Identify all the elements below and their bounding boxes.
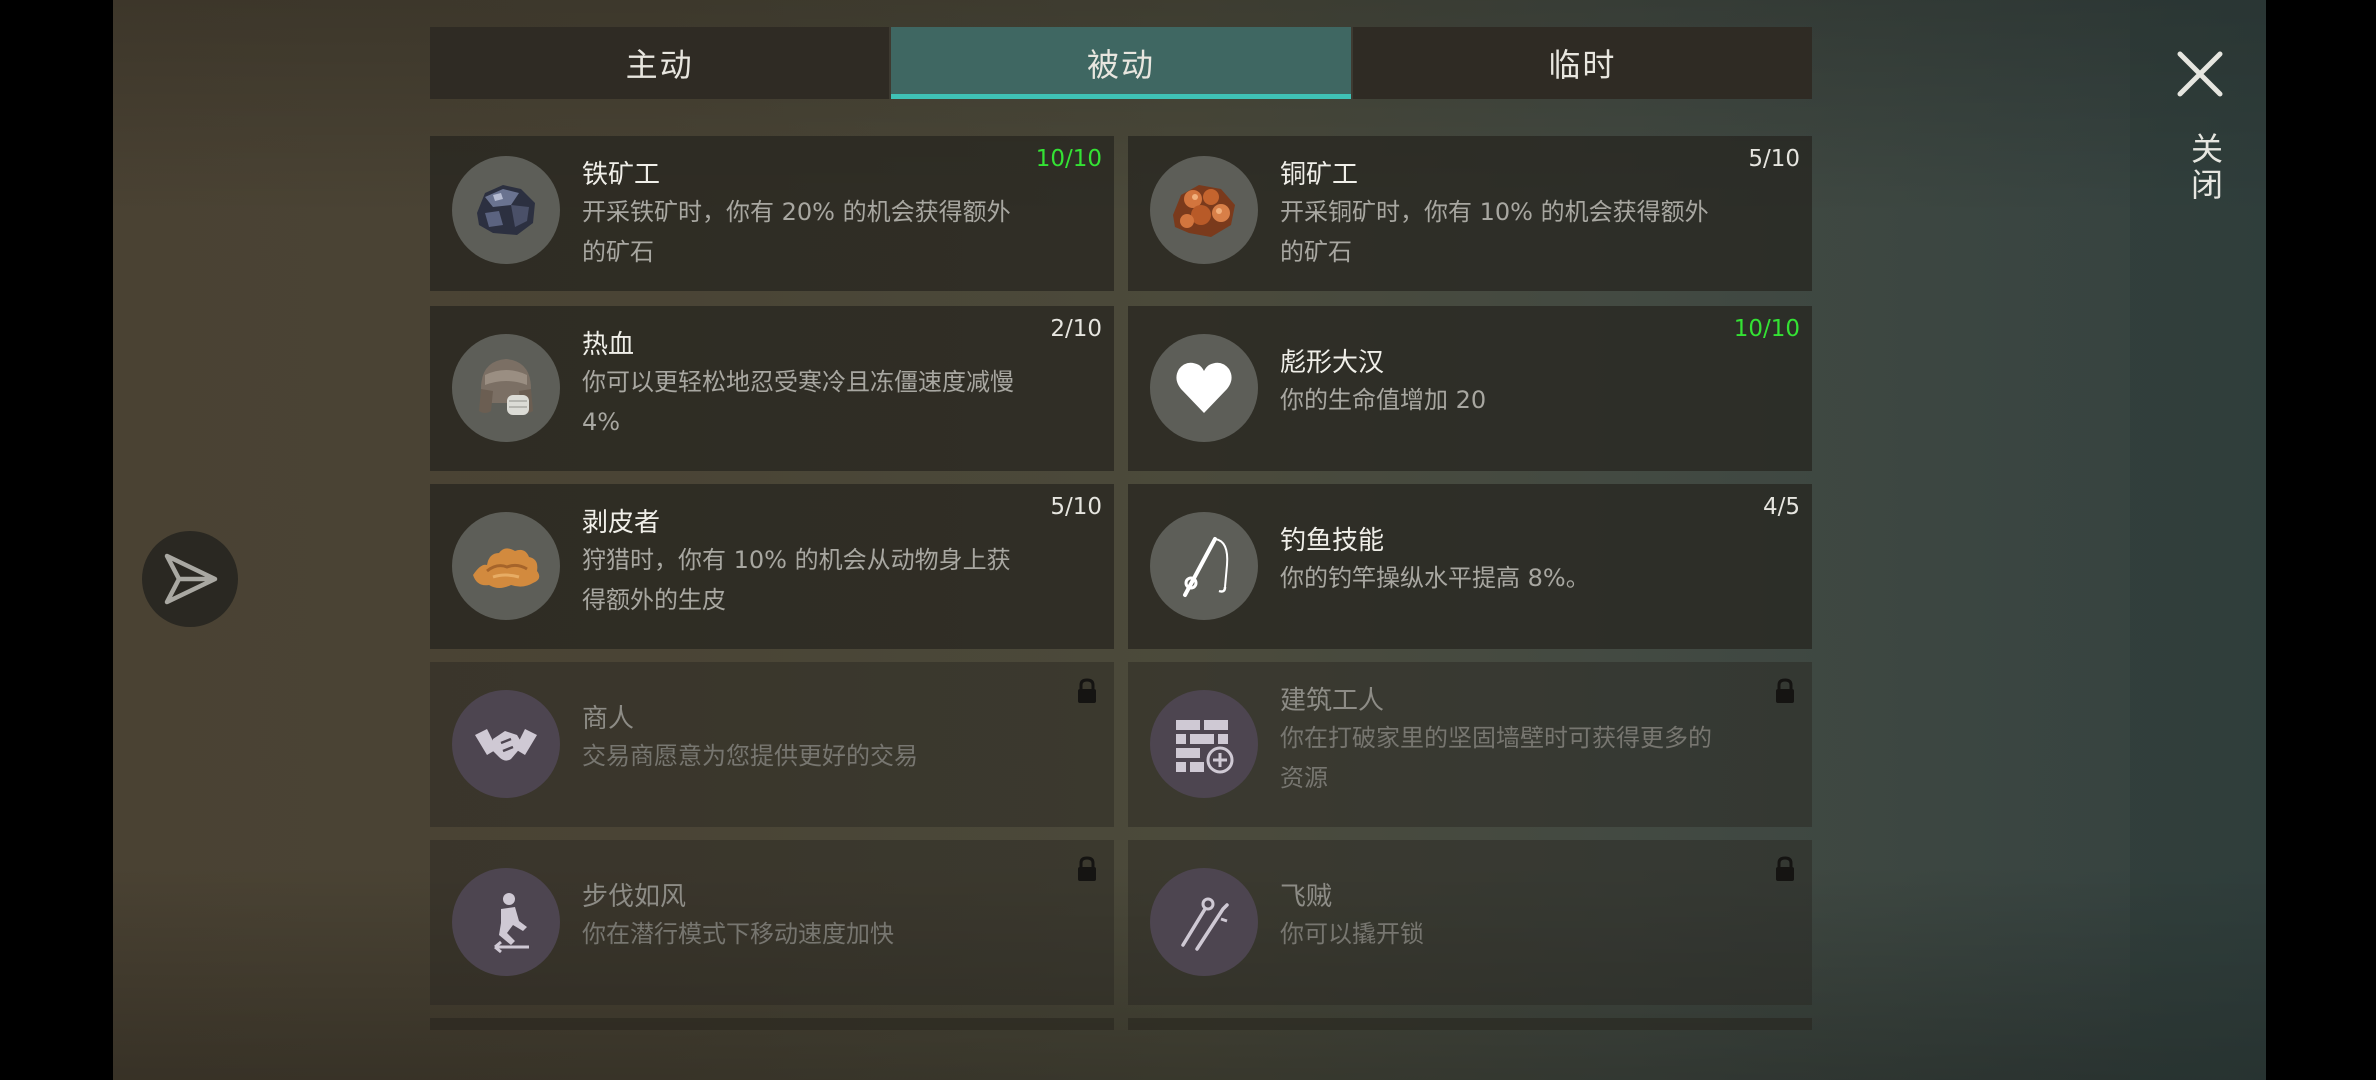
skill-title: 飞贼 bbox=[1280, 882, 1333, 912]
right-black-bar bbox=[2266, 0, 2376, 1080]
tab-temporary-skills[interactable]: 临时 bbox=[1352, 27, 1812, 99]
skill-card-warm-blooded[interactable]: 热血 你可以更轻松地忍受寒冷且冻僵速度减慢 4% 2/10 bbox=[430, 306, 1114, 471]
skill-icon-circle bbox=[1150, 868, 1258, 976]
skill-description: 开采铁矿时，你有 20% 的机会获得额外的矿石 bbox=[582, 198, 1011, 266]
left-black-bar bbox=[0, 0, 113, 1080]
copper-ore-icon bbox=[1173, 185, 1235, 237]
close-icon bbox=[2177, 51, 2223, 97]
skill-card-merchant[interactable]: 商人 交易商愿意为您提供更好的交易 bbox=[430, 662, 1114, 827]
lock-icon bbox=[1078, 678, 1096, 703]
skill-description: 你的钓竿操纵水平提高 8%。 bbox=[1280, 564, 1590, 592]
sneaking-icon bbox=[494, 893, 529, 954]
skill-description: 开采铜矿时，你有 10% 的机会获得额外的矿石 bbox=[1280, 198, 1709, 266]
iron-ore-icon bbox=[477, 185, 535, 235]
lock-icon bbox=[1776, 856, 1794, 881]
skill-description: 狩猎时，你有 10% 的机会从动物身上获得额外的生皮 bbox=[582, 546, 1011, 614]
skill-level: 5/10 bbox=[1748, 146, 1800, 172]
heart-icon bbox=[1176, 362, 1232, 413]
skill-icon-circle bbox=[452, 334, 560, 442]
skill-card-hulk[interactable]: 彪形大汉 你的生命值增加 20 10/10 bbox=[1128, 306, 1812, 471]
hide-icon bbox=[473, 548, 540, 588]
skill-tabs: 主动 被动 临时 bbox=[430, 27, 1812, 99]
close-label: 关闭 bbox=[2186, 132, 2224, 204]
fishing-rod-icon bbox=[1183, 537, 1229, 597]
skill-title: 铁矿工 bbox=[582, 160, 661, 190]
skill-level: 10/10 bbox=[1035, 146, 1102, 172]
skill-icon-circle bbox=[1150, 512, 1258, 620]
skill-card-iron-miner[interactable]: 铁矿工 开采铁矿时，你有 20% 的机会获得额外的矿石 10/10 bbox=[430, 136, 1114, 291]
skill-card-copper-miner[interactable]: 铜矿工 开采铜矿时，你有 10% 的机会获得额外的矿石 5/10 bbox=[1128, 136, 1812, 291]
skill-title: 铜矿工 bbox=[1280, 160, 1359, 190]
tab-passive-skills[interactable]: 被动 bbox=[891, 27, 1353, 99]
skill-icon-circle bbox=[1150, 690, 1258, 798]
skill-description: 你在打破家里的坚固墙壁时可获得更多的资源 bbox=[1280, 724, 1712, 792]
skill-title: 钓鱼技能 bbox=[1280, 526, 1385, 556]
skill-title: 彪形大汉 bbox=[1280, 348, 1385, 378]
skill-level: 5/10 bbox=[1050, 494, 1102, 520]
skill-level: 10/10 bbox=[1733, 316, 1800, 342]
skill-description: 你的生命值增加 20 bbox=[1280, 386, 1487, 414]
fur-hat-icon bbox=[479, 359, 533, 415]
lock-icon bbox=[1776, 678, 1794, 703]
skill-description: 你可以撬开锁 bbox=[1280, 920, 1424, 948]
skill-card-burglar[interactable]: 飞贼 你可以撬开锁 bbox=[1128, 840, 1812, 1005]
send-icon bbox=[164, 553, 218, 605]
share-button[interactable] bbox=[142, 531, 238, 627]
skill-description: 你可以更轻松地忍受寒冷且冻僵速度减慢 4% bbox=[582, 368, 1014, 436]
skill-title: 热血 bbox=[582, 330, 635, 360]
skill-title: 商人 bbox=[582, 704, 635, 734]
skill-icon-circle bbox=[452, 156, 560, 264]
next-skill-card-partial bbox=[430, 1018, 1114, 1030]
next-skill-card-partial bbox=[1128, 1018, 1812, 1030]
skill-title: 剥皮者 bbox=[582, 508, 661, 538]
skill-card-fishing[interactable]: 钓鱼技能 你的钓竿操纵水平提高 8%。 4/5 bbox=[1128, 484, 1812, 649]
skill-icon-circle bbox=[452, 868, 560, 976]
handshake-icon bbox=[475, 729, 537, 761]
tab-active-skills[interactable]: 主动 bbox=[430, 27, 892, 99]
skill-title: 步伐如风 bbox=[582, 882, 687, 912]
lockpick-icon bbox=[1181, 897, 1229, 951]
lock-icon bbox=[1078, 856, 1096, 881]
brick-wall-icon bbox=[1176, 720, 1234, 774]
skill-card-skinner[interactable]: 剥皮者 狩猎时，你有 10% 的机会从动物身上获得额外的生皮 5/10 bbox=[430, 484, 1114, 649]
skill-icon-circle bbox=[452, 512, 560, 620]
skill-description: 你在潜行模式下移动速度加快 bbox=[582, 920, 894, 948]
close-button[interactable]: 关闭 bbox=[2170, 50, 2230, 210]
skill-icon-circle bbox=[1150, 334, 1258, 442]
skill-level: 2/10 bbox=[1050, 316, 1102, 342]
skill-level: 4/5 bbox=[1762, 494, 1800, 520]
skill-card-sneak[interactable]: 步伐如风 你在潜行模式下移动速度加快 bbox=[430, 840, 1114, 1005]
skill-description: 交易商愿意为您提供更好的交易 bbox=[582, 742, 918, 770]
skill-icon-circle bbox=[452, 690, 560, 798]
skill-card-builder[interactable]: 建筑工人 你在打破家里的坚固墙壁时可获得更多的资源 bbox=[1128, 662, 1812, 827]
skill-icon-circle bbox=[1150, 156, 1258, 264]
skill-title: 建筑工人 bbox=[1280, 686, 1385, 716]
